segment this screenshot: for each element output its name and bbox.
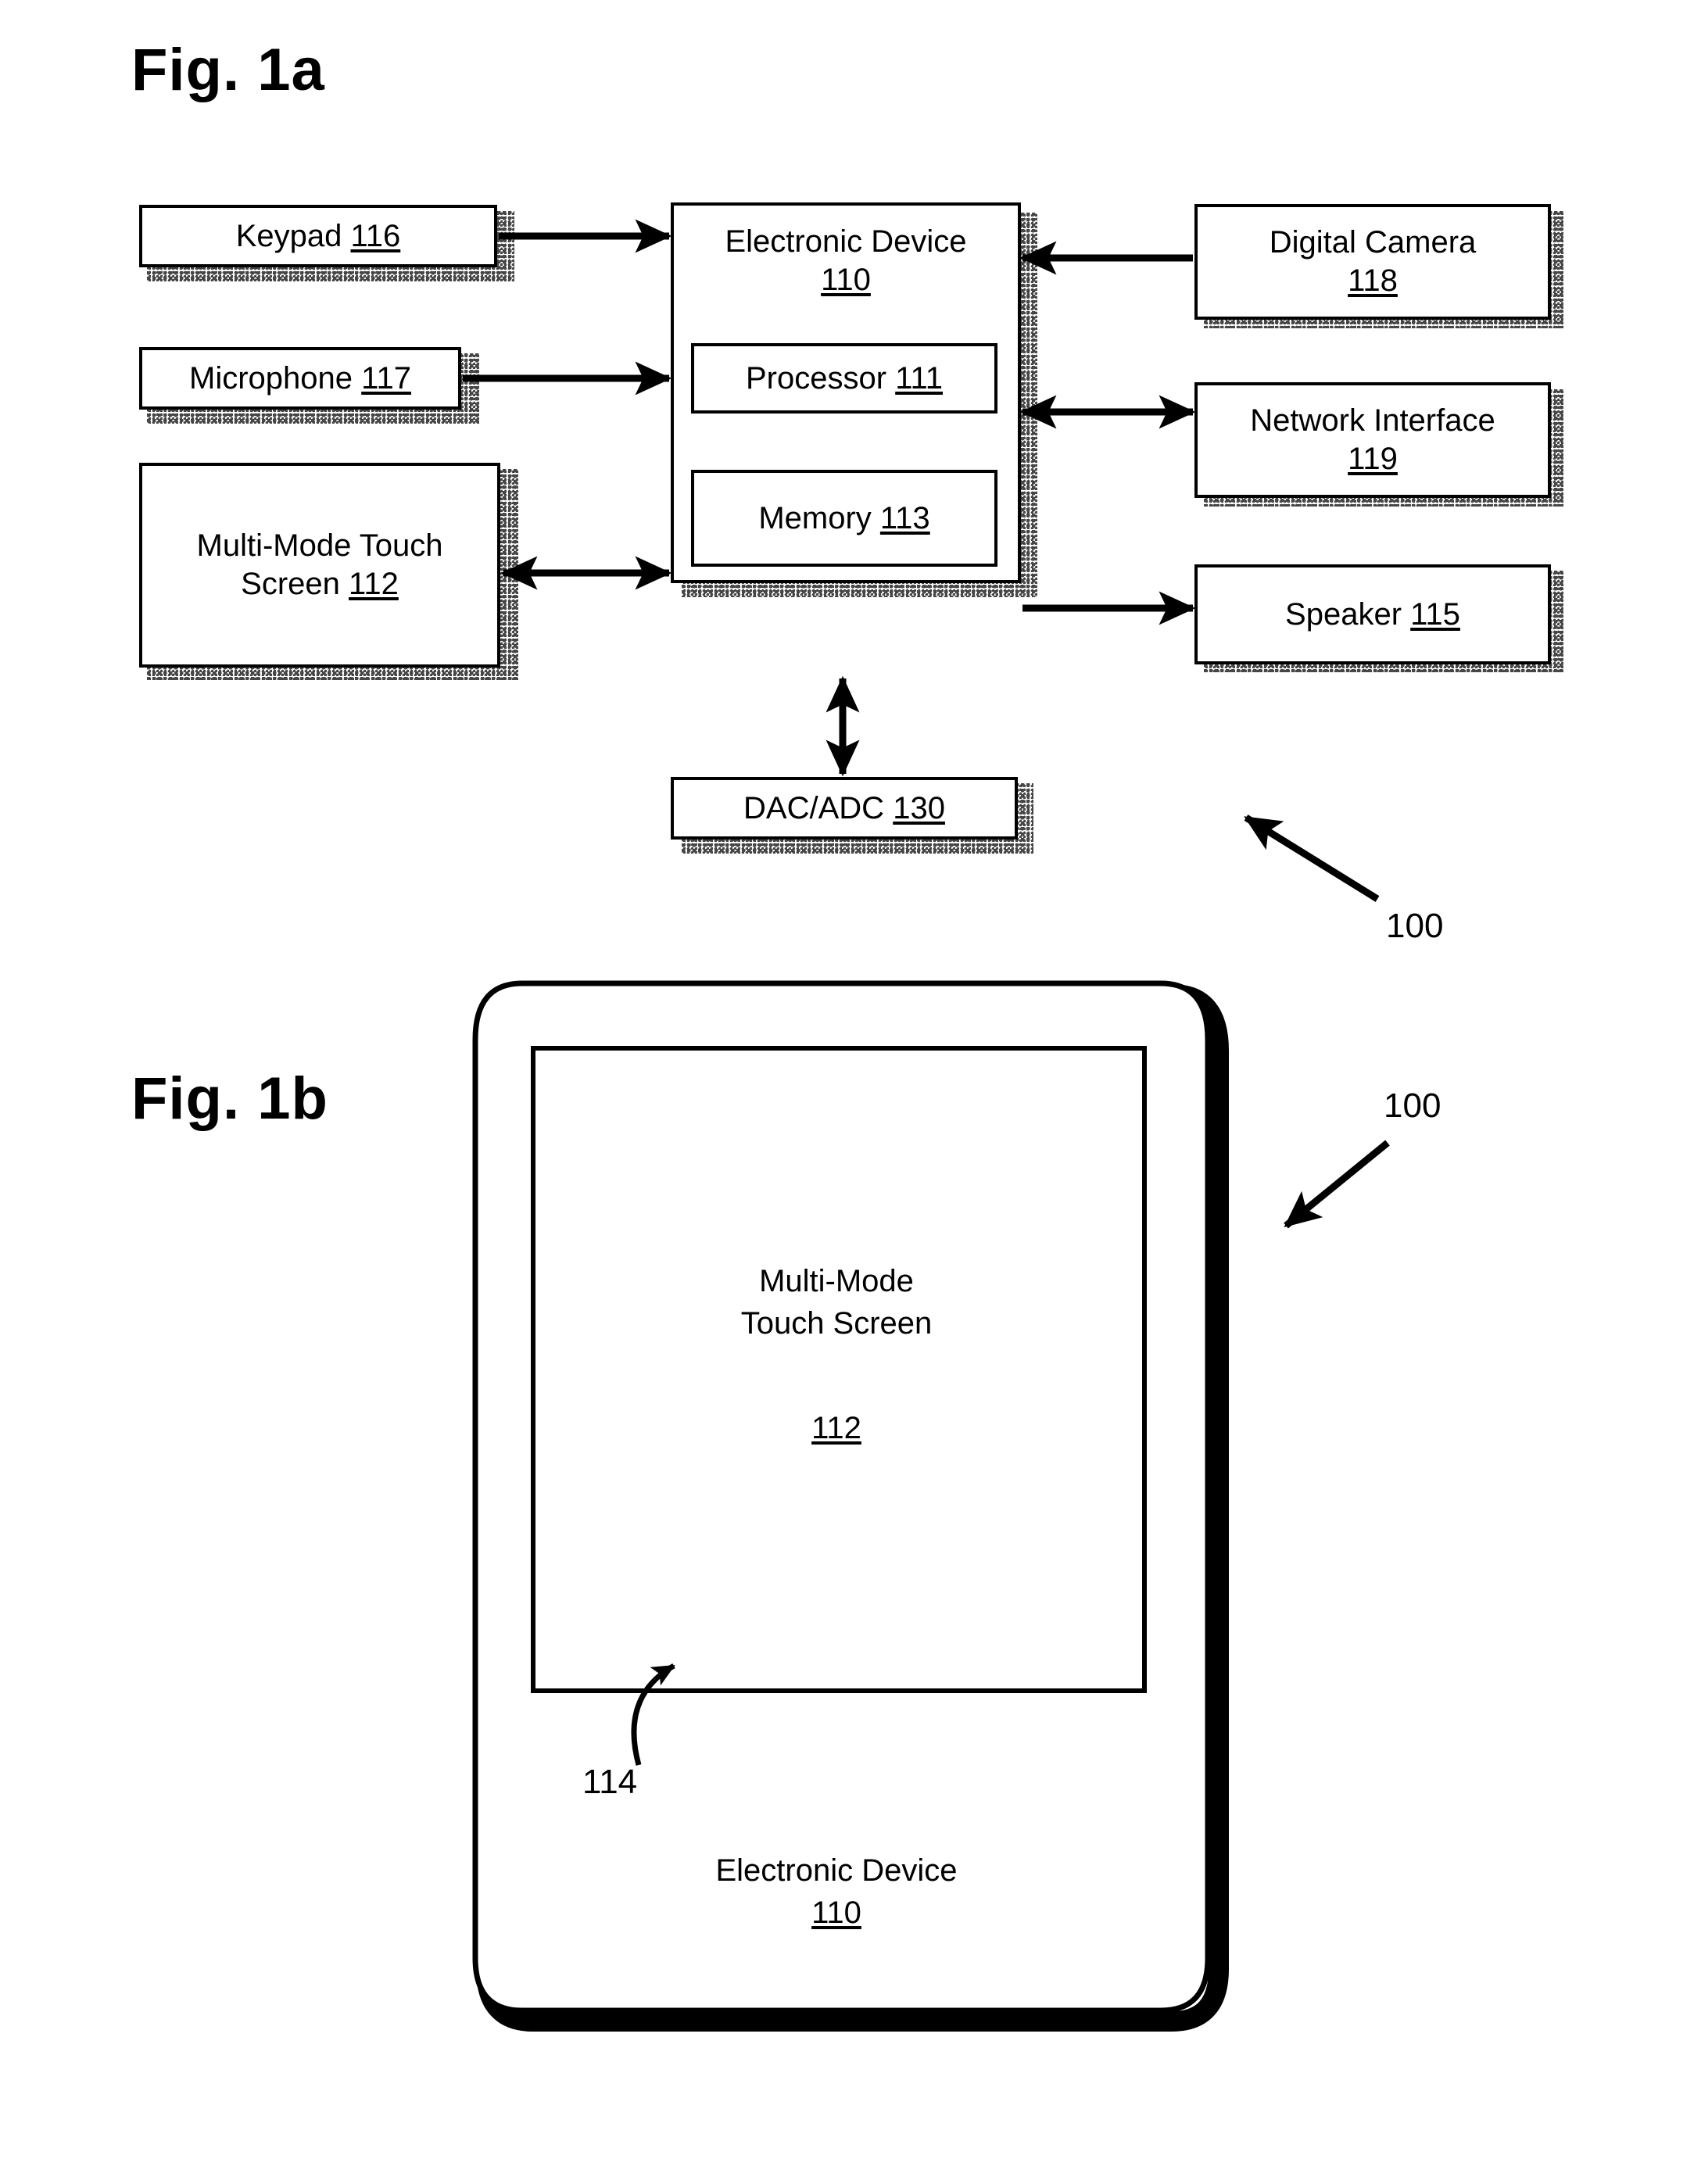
digital-camera-ref-number: 118	[1348, 263, 1398, 298]
microphone-ref-number: 117	[361, 360, 411, 396]
system-ref-callout-fig1a: 100	[1386, 907, 1444, 945]
digital-camera-block-label: Digital Camera	[1269, 225, 1477, 260]
touch-screen-block-label-line2: Screen 112	[241, 567, 399, 601]
phone-body-label-text: Electronic Device	[715, 1853, 958, 1888]
multi-mode-touch-screen-block[interactable]: Multi-Mode Touch Screen 112	[139, 463, 500, 668]
keypad-block-label: Keypad 116	[235, 218, 401, 253]
memory-block[interactable]: Memory 113	[691, 470, 997, 567]
microphone-block-label: Microphone 117	[189, 360, 411, 396]
figure-1b-caption: Fig. 1b	[131, 1065, 328, 1132]
phone-screen-label-line1: Multi-Mode	[759, 1264, 914, 1298]
touch-screen-block-label-line1: Multi-Mode Touch	[196, 528, 443, 564]
microphone-block[interactable]: Microphone 117	[139, 347, 461, 410]
phone-screen-ref-number: 112	[811, 1411, 861, 1445]
processor-block[interactable]: Processor 111	[691, 343, 997, 414]
network-interface-ref-number: 119	[1348, 442, 1398, 476]
keypad-ref-number: 116	[350, 218, 401, 253]
memory-ref-number: 113	[879, 500, 930, 535]
callout-leader-100-fig1b	[1284, 1140, 1390, 1229]
system-ref-callout-fig1b: 100	[1384, 1087, 1442, 1125]
screen-edge-ref-callout: 114	[582, 1763, 638, 1801]
network-interface-block-label: Network Interface	[1250, 403, 1495, 439]
phone-screen-outline[interactable]	[531, 1046, 1147, 1693]
digital-camera-block[interactable]: Digital Camera 118	[1194, 204, 1551, 320]
processor-block-label: Processor 111	[746, 360, 943, 396]
callout-leader-114	[631, 1663, 675, 1766]
network-interface-block[interactable]: Network Interface 119	[1194, 382, 1551, 498]
memory-block-label: Memory 113	[758, 500, 930, 535]
keypad-block[interactable]: Keypad 116	[139, 205, 497, 267]
speaker-block-label: Speaker 115	[1285, 596, 1460, 632]
phone-screen-label: Multi-Mode Touch Screen	[641, 1260, 1032, 1344]
phone-body-ref-number: 110	[811, 1896, 861, 1930]
dac-adc-block[interactable]: DAC/ADC 130	[671, 777, 1018, 840]
processor-ref-number: 111	[895, 360, 943, 396]
patent-figure-page: Fig. 1a Keypad 116 Microphone 117 Multi-…	[0, 0, 1694, 2184]
dac-adc-block-label: DAC/ADC 130	[743, 790, 945, 825]
phone-body-label: Electronic Device 110	[641, 1849, 1032, 1934]
dac-adc-ref-number: 130	[893, 790, 945, 825]
touch-screen-ref-number: 112	[349, 567, 399, 601]
speaker-block[interactable]: Speaker 115	[1194, 564, 1551, 664]
phone-screen-label-line2: Touch Screen	[740, 1306, 933, 1341]
callout-leader-100-fig1a	[1244, 815, 1380, 902]
electronic-device-block-label: Electronic Device	[725, 224, 967, 259]
speaker-ref-number: 115	[1410, 596, 1460, 632]
figure-1a-caption: Fig. 1a	[131, 37, 325, 103]
electronic-device-ref-number: 110	[821, 262, 871, 297]
